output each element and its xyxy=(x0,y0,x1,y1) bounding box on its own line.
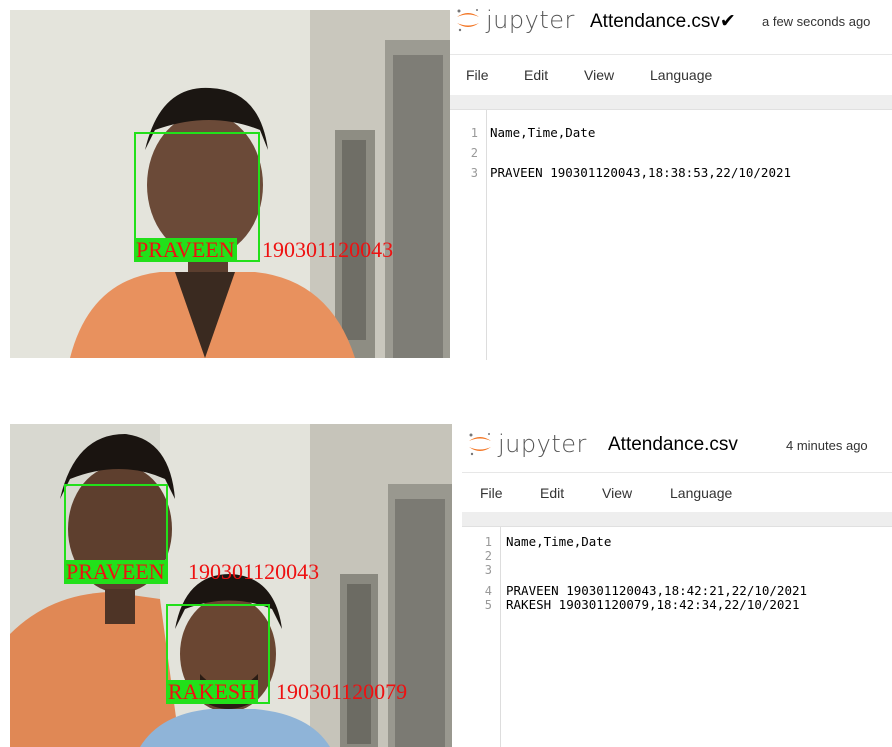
line-number: 3 xyxy=(484,563,492,577)
file-name[interactable]: Attendance.csv xyxy=(608,434,738,456)
toolbar-strip xyxy=(450,95,892,110)
menu-file[interactable]: File xyxy=(480,485,503,501)
menu-file[interactable]: File xyxy=(466,67,489,83)
jupyter-editor-top: jupyter Attendance.csv✔ a few seconds ag… xyxy=(450,0,892,360)
jupyter-editor-bottom: jupyter Attendance.csv 4 minutes ago Fil… xyxy=(462,424,892,747)
menu-edit[interactable]: Edit xyxy=(540,485,564,501)
code-line[interactable]: PRAVEEN 190301120043,18:38:53,22/10/2021 xyxy=(490,166,791,180)
saved-checkmark-icon: ✔ xyxy=(719,11,736,32)
code-line[interactable]: PRAVEEN 190301120043,18:42:21,22/10/2021 xyxy=(506,584,807,598)
save-status: a few seconds ago xyxy=(762,14,871,29)
jupyter-header: jupyter Attendance.csv✔ a few seconds ag… xyxy=(450,0,892,42)
face-id-label: 190301120043 xyxy=(188,559,320,584)
jupyter-header: jupyter Attendance.csv 4 minutes ago xyxy=(462,424,892,466)
menu-view[interactable]: View xyxy=(602,485,632,501)
line-number: 1 xyxy=(470,126,478,140)
code-line[interactable]: RAKESH 190301120079,18:42:34,22/10/2021 xyxy=(506,598,800,612)
line-number: 3 xyxy=(470,166,478,180)
toolbar-strip xyxy=(462,512,892,527)
menu-edit[interactable]: Edit xyxy=(524,67,548,83)
face-name-tag: PRAVEEN xyxy=(134,237,237,262)
face-id-label: 190301120079 xyxy=(276,679,408,704)
jupyter-logo-icon[interactable] xyxy=(454,6,482,34)
jupyter-brand: jupyter xyxy=(498,430,587,458)
menu-view[interactable]: View xyxy=(584,67,614,83)
webcam-frame-bottom: PRAVEEN 190301120043 RAKESH 190301120079 xyxy=(10,424,452,747)
save-status: 4 minutes ago xyxy=(786,438,868,453)
gutter-divider xyxy=(500,527,501,747)
webcam-frame-top: PRAVEEN 190301120043 xyxy=(10,10,450,358)
face-name-tag: PRAVEEN xyxy=(64,559,167,584)
file-name-text[interactable]: Attendance.csv xyxy=(590,11,720,32)
menu-bar: File Edit View Language xyxy=(462,472,892,514)
code-line[interactable]: Name,Time,Date xyxy=(506,535,611,549)
gutter-divider xyxy=(486,110,487,360)
jupyter-logo-icon[interactable] xyxy=(466,430,494,458)
menu-bar: File Edit View Language xyxy=(450,54,892,96)
line-number: 4 xyxy=(484,584,492,598)
line-number: 1 xyxy=(484,535,492,549)
code-line[interactable]: Name,Time,Date xyxy=(490,126,595,140)
jupyter-brand: jupyter xyxy=(486,6,575,34)
line-number: 5 xyxy=(484,598,492,612)
line-number: 2 xyxy=(484,549,492,563)
menu-language[interactable]: Language xyxy=(670,485,732,501)
line-number: 2 xyxy=(470,146,478,160)
face-id-label: 190301120043 xyxy=(262,237,394,262)
face-name-tag: RAKESH xyxy=(166,679,259,704)
menu-language[interactable]: Language xyxy=(650,67,712,83)
file-name[interactable]: Attendance.csv✔ xyxy=(590,10,736,33)
